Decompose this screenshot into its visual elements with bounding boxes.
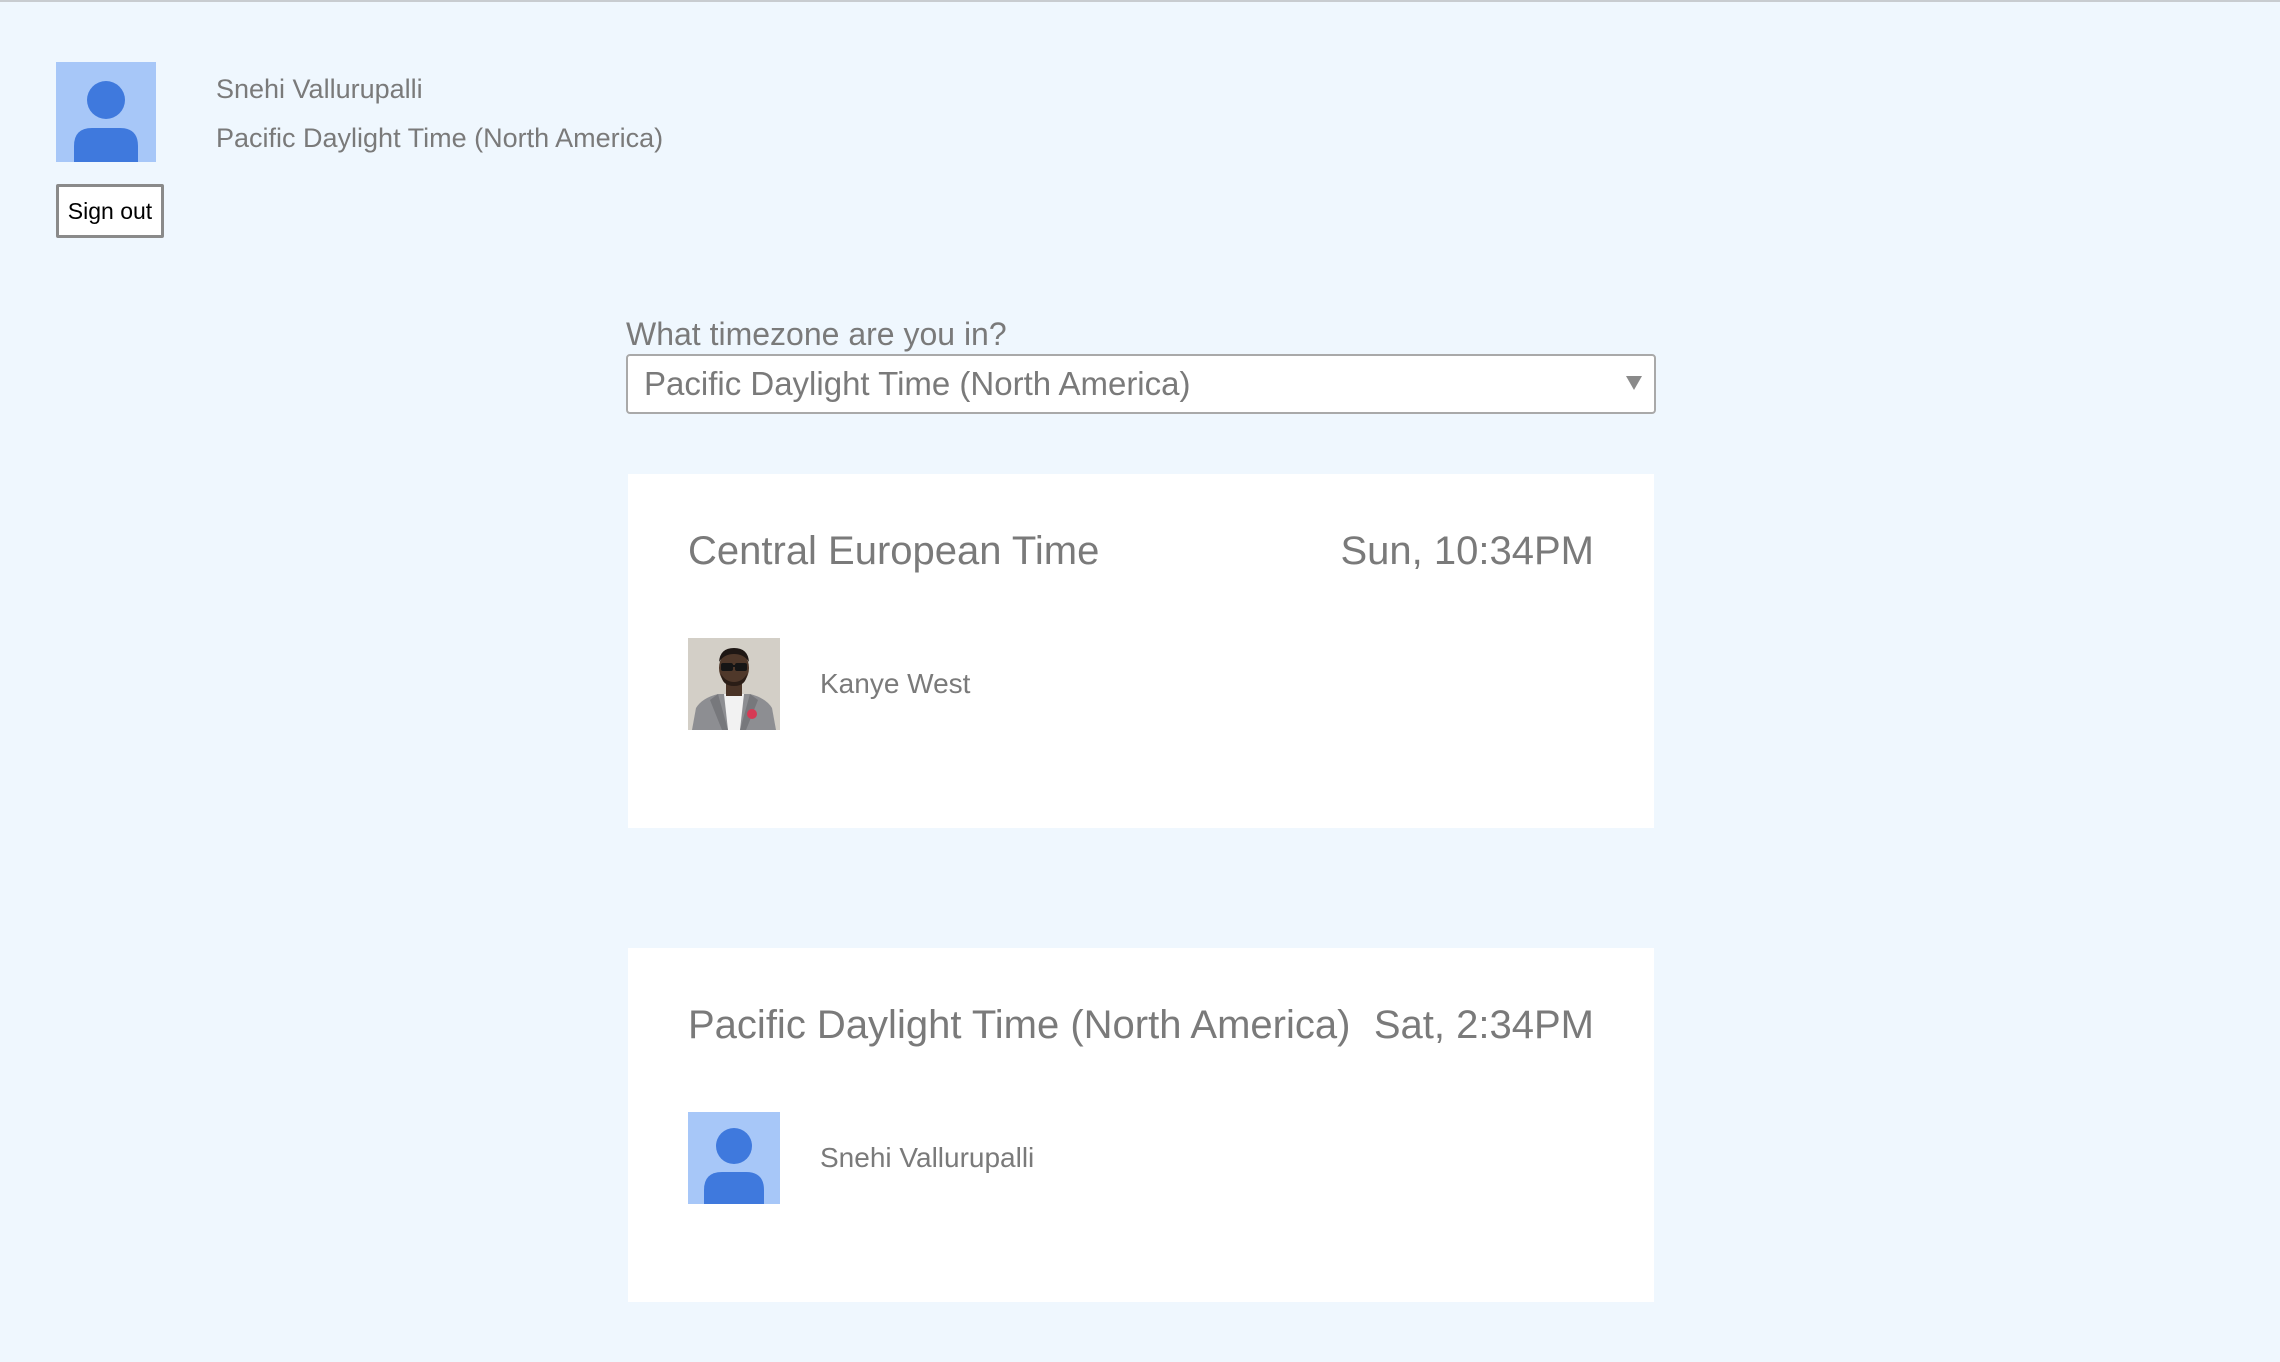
timezone-select[interactable]: Pacific Daylight Time (North America) — [626, 354, 1656, 414]
member-photo-avatar — [688, 638, 780, 730]
timezone-card-time: Sat, 2:34PM — [1373, 1003, 1594, 1047]
user-timezone: Pacific Daylight Time (North America) — [216, 123, 664, 153]
user-avatar-icon — [56, 62, 156, 162]
user-name: Snehi Vallurupalli — [216, 74, 423, 104]
timezone-card: Pacific Daylight Time (North America) Sa… — [628, 948, 1654, 1302]
person-placeholder-icon — [688, 1112, 780, 1204]
chevron-down-icon — [1626, 376, 1642, 390]
timezone-card-name: Central European Time — [688, 529, 1100, 573]
member-name: Snehi Vallurupalli — [820, 1142, 1035, 1173]
timezone-select-value: Pacific Daylight Time (North America) — [644, 365, 1191, 402]
timezone-card-time: Sun, 10:34PM — [1340, 529, 1595, 573]
member-name: Kanye West — [820, 668, 971, 699]
sign-out-button[interactable]: Sign out — [56, 184, 164, 238]
timezone-card-name: Pacific Daylight Time (North America) — [688, 1003, 1351, 1047]
timezone-card: Central European Time Sun, 10:34PM Kanye… — [628, 474, 1654, 828]
timezone-question-label: What timezone are you in? — [626, 316, 1007, 352]
